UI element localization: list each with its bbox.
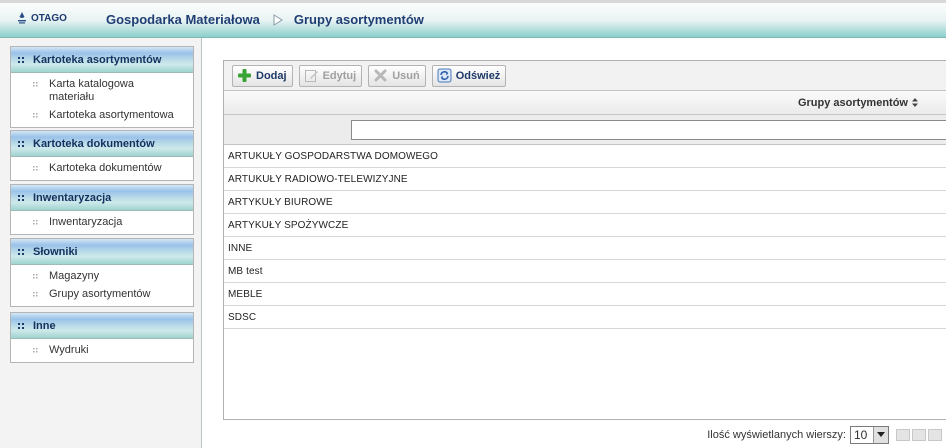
header-top-border bbox=[0, 0, 946, 3]
panel-title: Inne bbox=[33, 319, 56, 332]
breadcrumb: Gospodarka Materiałowa Grupy asortymentó… bbox=[106, 12, 424, 27]
panel-header[interactable]: Inwentaryzacja bbox=[11, 185, 193, 211]
sidebar-item-label: Kartoteka asortymentowa bbox=[49, 109, 174, 121]
sidebar-item-inwentaryzacja[interactable]: Inwentaryzacja bbox=[11, 214, 193, 232]
breadcrumb-item-module[interactable]: Gospodarka Materiałowa bbox=[106, 12, 260, 27]
bullet-icon bbox=[33, 220, 38, 225]
table-row[interactable]: ARTYKUŁY SPOŻYWCZE bbox=[224, 214, 946, 237]
sidebar-item-magazyny[interactable]: Magazyny bbox=[11, 268, 193, 286]
table-row[interactable]: MB test bbox=[224, 260, 946, 283]
row-cell: ARTYKUŁY BIUROWE bbox=[228, 196, 333, 208]
rows-per-page-label: Ilość wyświetlanych wierszy: bbox=[707, 428, 846, 441]
row-cell: ARTUKUŁY GOSPODARSTWA DOMOWEGO bbox=[228, 150, 439, 162]
table-row[interactable]: ARTYKUŁY BIUROWE bbox=[224, 191, 946, 214]
sort-icon bbox=[912, 98, 918, 107]
panel-title: Kartoteka asortymentów bbox=[33, 53, 162, 66]
row-cell: ARTYKUŁY SPOŻYWCZE bbox=[228, 219, 349, 231]
row-cell: MB test bbox=[228, 265, 263, 277]
logo-text: OTAGO bbox=[31, 12, 67, 24]
sidebar-item-label: Kartoteka dokumentów bbox=[49, 162, 162, 174]
edit-icon bbox=[304, 70, 318, 82]
row-cell: ARTUKUŁY RADIOWO-TELEWIZYJNE bbox=[228, 173, 408, 185]
add-button[interactable]: Dodaj bbox=[232, 64, 293, 87]
pager: Ilość wyświetlanych wierszy: 10 bbox=[202, 421, 946, 448]
table-row[interactable]: ARTUKUŁY RADIOWO-TELEWIZYJNE bbox=[224, 168, 946, 191]
sidebar-item-label: Inwentaryzacja bbox=[49, 216, 123, 228]
bullet-icon bbox=[33, 113, 38, 118]
rows-per-page-value: 10 bbox=[854, 427, 868, 442]
data-grid: Dodaj Edytuj Usuń Odśwież Grupy asortyme… bbox=[223, 60, 946, 420]
first-page-button[interactable] bbox=[896, 428, 910, 441]
panel-title: Kartoteka dokumentów bbox=[33, 137, 155, 150]
panel-header[interactable]: Kartoteka asortymentów bbox=[11, 47, 193, 73]
table-row[interactable]: SDSC bbox=[224, 306, 946, 329]
sidebar-item-wydruki[interactable]: Wydruki bbox=[11, 342, 193, 360]
delete-button[interactable]: Usuń bbox=[368, 64, 426, 87]
grip-icon bbox=[18, 322, 24, 329]
previous-page-button[interactable] bbox=[912, 428, 926, 441]
next-page-button[interactable] bbox=[928, 428, 942, 441]
app-header: OTAGO Gospodarka Materiałowa Grupy asort… bbox=[0, 0, 946, 38]
edit-button[interactable]: Edytuj bbox=[298, 64, 363, 87]
bullet-icon bbox=[33, 348, 38, 353]
bullet-icon bbox=[33, 82, 38, 87]
grip-icon bbox=[18, 140, 24, 147]
row-cell: INNE bbox=[228, 242, 253, 254]
sidebar-item-label: Grupy asortymentów bbox=[49, 288, 151, 300]
sidebar-item-grupy-asortymentow[interactable]: Grupy asortymentów bbox=[11, 286, 193, 304]
sidebar-item-kartoteka-asortymentowa[interactable]: Kartoteka asortymentowa bbox=[11, 107, 193, 125]
edit-button-label: Edytuj bbox=[322, 69, 357, 82]
main-content: Dodaj Edytuj Usuń Odśwież Grupy asortyme… bbox=[202, 38, 946, 448]
refresh-icon bbox=[437, 68, 452, 83]
refresh-button[interactable]: Odśwież bbox=[431, 64, 507, 87]
sidebar: Kartoteka asortymentów Karta katalogowa … bbox=[0, 38, 202, 448]
app-logo[interactable]: OTAGO bbox=[17, 12, 67, 24]
plus-icon bbox=[238, 69, 251, 82]
panel-header[interactable]: Kartoteka dokumentów bbox=[11, 131, 193, 157]
grip-icon bbox=[18, 56, 24, 63]
delete-icon bbox=[374, 69, 387, 82]
column-header-label: Grupy asortymentów bbox=[797, 96, 908, 109]
sidebar-item-kartoteka-dokumentow[interactable]: Kartoteka dokumentów bbox=[11, 160, 193, 178]
bullet-icon bbox=[33, 292, 38, 297]
row-cell: MEBLE bbox=[228, 288, 263, 300]
sidebar-item-label: Karta katalogowa materiału bbox=[49, 78, 134, 103]
add-button-label: Dodaj bbox=[256, 69, 287, 82]
table-row[interactable]: INNE bbox=[224, 237, 946, 260]
bullet-icon bbox=[33, 274, 38, 279]
grip-icon bbox=[18, 248, 24, 255]
rows-per-page-select[interactable]: 10 bbox=[850, 425, 889, 444]
sidebar-panel-inwentaryzacja: Inwentaryzacja Inwentaryzacja bbox=[10, 184, 194, 235]
panel-header[interactable]: Słowniki bbox=[11, 239, 193, 265]
sidebar-panel-inne: Inne Wydruki bbox=[10, 312, 194, 363]
panel-title: Inwentaryzacja bbox=[33, 191, 112, 204]
grid-toolbar: Dodaj Edytuj Usuń Odśwież bbox=[224, 61, 946, 91]
panel-header[interactable]: Inne bbox=[11, 313, 193, 339]
breadcrumb-separator-icon bbox=[273, 13, 283, 26]
table-row[interactable]: ARTUKUŁY GOSPODARSTWA DOMOWEGO bbox=[224, 145, 946, 168]
filter-input[interactable] bbox=[351, 120, 946, 140]
chevron-down-icon bbox=[873, 426, 888, 443]
sidebar-item-label: Wydruki bbox=[49, 344, 89, 356]
otago-logo-icon bbox=[18, 12, 26, 24]
panel-title: Słowniki bbox=[33, 245, 78, 258]
table-row[interactable]: MEBLE bbox=[224, 283, 946, 306]
sidebar-item-label: Magazyny bbox=[49, 270, 100, 282]
sidebar-item-karta-katalogowa[interactable]: Karta katalogowa materiału bbox=[11, 76, 193, 107]
page-navigation bbox=[896, 428, 946, 441]
sidebar-panel-kartoteka-dokumentow: Kartoteka dokumentów Kartoteka dokumentó… bbox=[10, 130, 194, 181]
delete-button-label: Usuń bbox=[392, 69, 420, 82]
bullet-icon bbox=[33, 166, 38, 171]
refresh-button-label: Odśwież bbox=[455, 69, 501, 82]
sidebar-panel-slowniki: Słowniki Magazyny Grupy asortymentów bbox=[10, 238, 194, 307]
row-cell: SDSC bbox=[228, 311, 257, 323]
filter-row bbox=[224, 115, 946, 145]
column-header-grupy-asortymentow[interactable]: Grupy asortymentów bbox=[224, 91, 946, 115]
sidebar-panel-kartoteka-asortymentow: Kartoteka asortymentów Karta katalogowa … bbox=[10, 46, 194, 128]
breadcrumb-item-current: Grupy asortymentów bbox=[293, 12, 424, 27]
grip-icon bbox=[18, 194, 24, 201]
